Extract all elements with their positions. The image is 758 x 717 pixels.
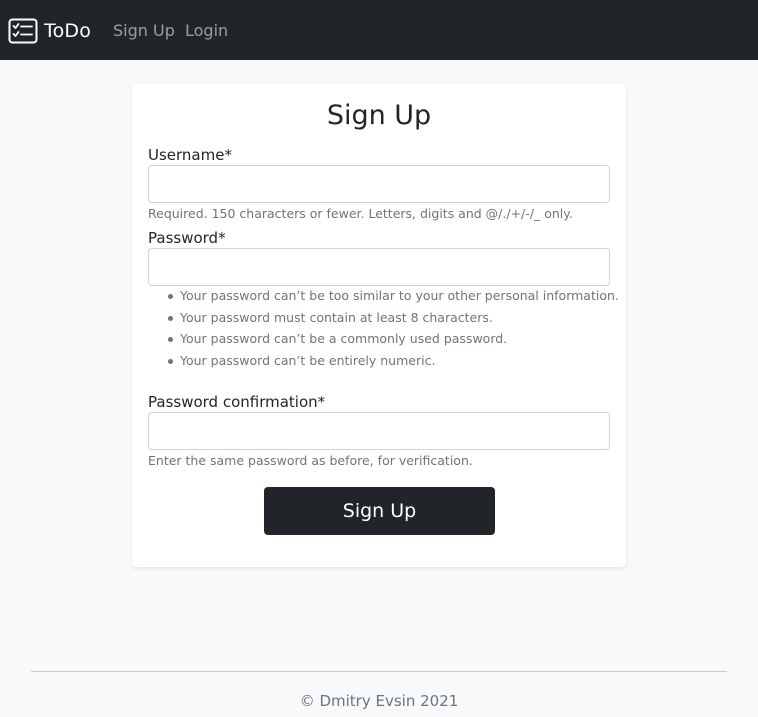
list-item: Your password can’t be too similar to yo… xyxy=(164,288,619,310)
top-navbar: ToDo Sign Up Login xyxy=(0,0,758,60)
password-rule: Your password can’t be a commonly used p… xyxy=(180,331,508,347)
brand-name: ToDo xyxy=(44,20,92,42)
password-rule: Your password can’t be entirely numeric. xyxy=(180,352,436,368)
bullet-icon xyxy=(168,358,173,364)
username-help-text: Required. 150 characters or fewer. Lette… xyxy=(148,206,573,221)
list-item: Your password can’t be a commonly used p… xyxy=(164,331,619,353)
bullet-icon xyxy=(168,294,173,299)
list-item: Your password can’t be entirely numeric. xyxy=(164,353,619,375)
password-rule: Your password can’t be too similar to yo… xyxy=(180,288,619,303)
password-input[interactable] xyxy=(148,248,610,286)
nav-link-login[interactable]: Login xyxy=(185,21,228,40)
username-label: Username* xyxy=(148,146,232,164)
signup-card: Sign Up Username* Required. 150 characte… xyxy=(132,84,626,567)
password-rule: Your password must contain at least 8 ch… xyxy=(180,309,493,325)
password-confirmation-input[interactable] xyxy=(148,412,610,450)
bullet-icon xyxy=(168,337,173,343)
nav-link-sign-up[interactable]: Sign Up xyxy=(113,21,175,40)
password-label: Password* xyxy=(148,229,226,247)
password-rules-list: Your password can’t be too similar to yo… xyxy=(164,288,619,374)
footer-divider xyxy=(31,671,727,672)
bullet-icon xyxy=(168,315,173,321)
checklist-icon xyxy=(8,18,38,44)
password-confirmation-help-text: Enter the same password as before, for v… xyxy=(148,453,473,468)
page-title: Sign Up xyxy=(326,100,432,131)
brand-link[interactable]: ToDo xyxy=(8,17,91,45)
footer-copyright: © Dmitry Evsin 2021 xyxy=(299,692,459,710)
username-input[interactable] xyxy=(148,165,610,203)
password-confirmation-label: Password confirmation* xyxy=(148,393,326,411)
list-item: Your password must contain at least 8 ch… xyxy=(164,310,619,332)
sign-up-button[interactable]: Sign Up xyxy=(264,487,495,535)
